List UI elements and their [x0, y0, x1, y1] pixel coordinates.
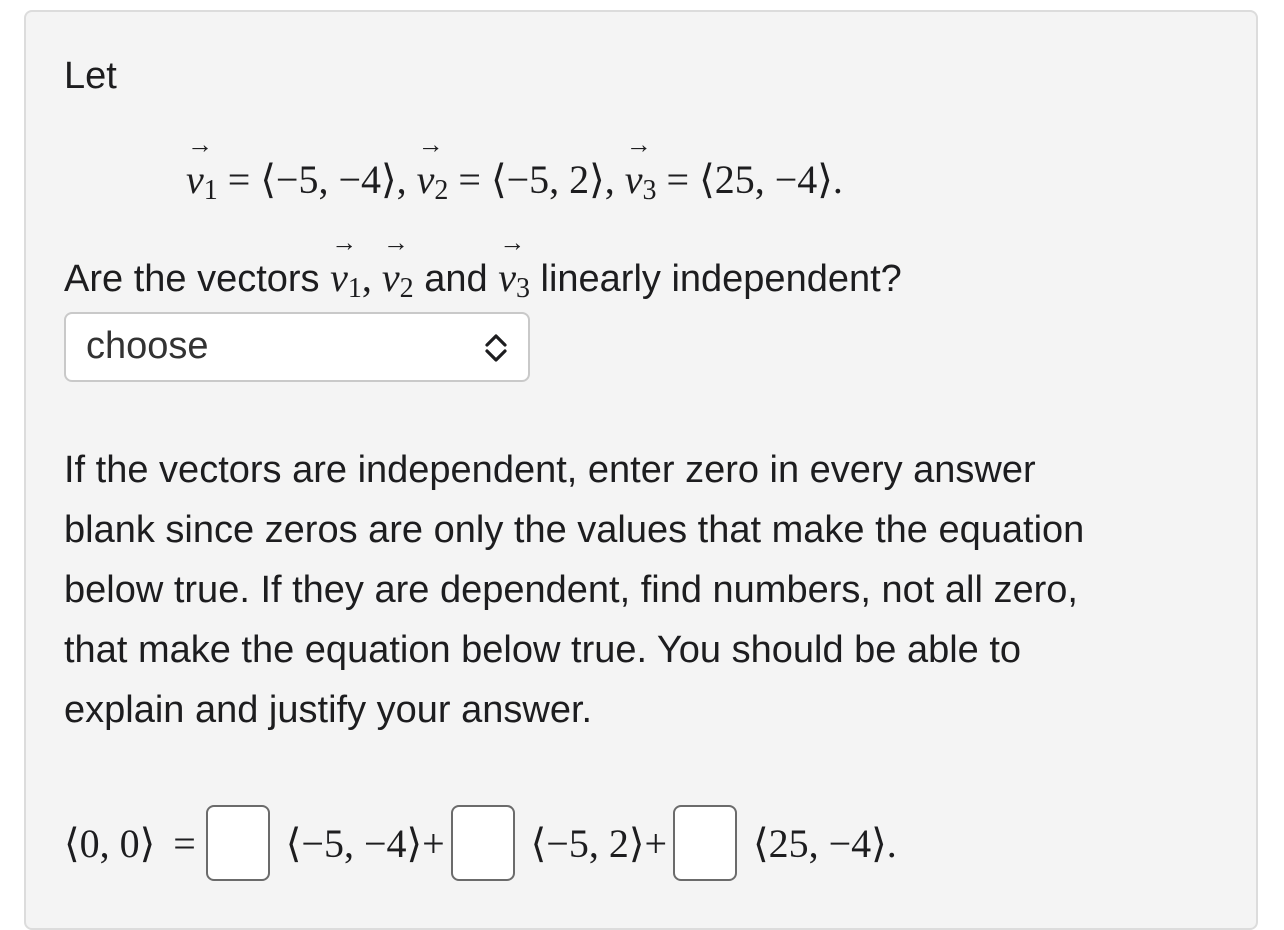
equation-lhs: ⟨0, 0⟩: [64, 820, 156, 866]
vector-v2-symbol: → v: [381, 228, 409, 301]
let-label: Let: [64, 55, 117, 97]
equation-vector-3: ⟨25, −4⟩: [753, 820, 887, 866]
vector-v3-symbol: → v: [624, 130, 652, 203]
instructions-line: blank since zeros are only the values th…: [64, 509, 1085, 551]
independence-select[interactable]: choose: [64, 312, 530, 382]
v3-subscript: 3: [515, 273, 530, 304]
equation-vector-2: ⟨−5, 2⟩: [530, 820, 645, 866]
chevron-up-down-icon: [485, 334, 507, 362]
v2-value: ⟨−5, 2⟩: [490, 157, 605, 202]
instructions-line: below true. If they are dependent, find …: [64, 569, 1078, 611]
equation-period: .: [886, 820, 897, 866]
coefficient-2-input[interactable]: [450, 805, 515, 881]
plus-sign: +: [644, 820, 668, 866]
question-suffix: linearly independent?: [540, 258, 902, 300]
question-prefix: Are the vectors: [64, 258, 320, 300]
instructions-line: that make the equation below true. You s…: [64, 629, 1022, 671]
vector-v3-symbol: → v: [498, 228, 526, 301]
vector-v1-symbol: → v: [186, 130, 213, 203]
equation-vector-1: ⟨−5, −4⟩: [285, 820, 423, 866]
v1-subscript: 1: [203, 175, 218, 206]
instructions-line: explain and justify your answer.: [64, 689, 593, 731]
question-and: and: [424, 258, 488, 300]
v1-subscript: 1: [347, 273, 362, 304]
equals-sign: =: [173, 820, 196, 866]
select-value: choose: [86, 325, 209, 367]
vector-definitions: → v1 = ⟨−5, −4⟩, → v2 = ⟨−5, 2⟩, → v3 = ⟨25…: [186, 130, 843, 221]
v2-subscript: 2: [434, 175, 449, 206]
linear-combination-equation: ⟨0, 0⟩ = ⟨−5, −4⟩ + ⟨−5, 2⟩ + ⟨25, −4⟩ .: [64, 802, 897, 884]
v2-subscript: 2: [399, 273, 414, 304]
plus-sign: +: [422, 820, 445, 866]
instructions-line: If the vectors are independent, enter ze…: [64, 449, 1036, 491]
vector-v1-symbol: → v: [330, 228, 358, 301]
v3-subscript: 3: [642, 175, 657, 206]
coefficient-1-input[interactable]: [205, 805, 270, 881]
coefficient-3-input[interactable]: [673, 805, 738, 881]
v1-value: ⟨−5, −4⟩: [260, 157, 397, 202]
question-text: Are the vectors → v1, → v2 and → v3 linearl…: [64, 228, 902, 319]
v3-value: ⟨25, −4⟩: [699, 157, 833, 202]
instructions-paragraph: If the vectors are independent, enter ze…: [64, 440, 1084, 740]
vector-v2-symbol: → v: [416, 130, 444, 203]
